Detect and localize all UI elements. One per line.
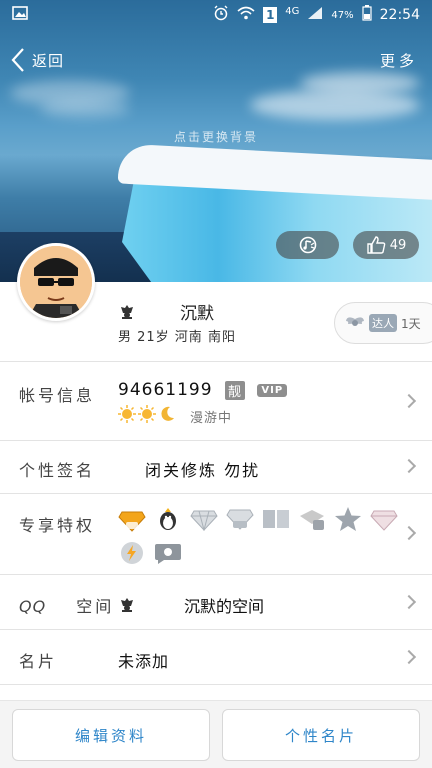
penguin-icon	[154, 505, 182, 533]
account-number-line: 94661199 靓 VIP	[118, 380, 288, 400]
chevron-right-icon	[401, 525, 417, 541]
account-info-label: 帐号信息	[19, 386, 96, 405]
chevron-right-icon	[401, 649, 417, 665]
svip-diamond-icon	[118, 505, 146, 533]
back-label: 返回	[32, 51, 65, 70]
qzone-value-line: 沉默的空间	[118, 593, 264, 617]
top-nav: 返回 更多	[0, 40, 432, 80]
signature-label: 个性签名	[19, 461, 96, 480]
more-button[interactable]: 更多	[380, 50, 418, 71]
book-icon	[262, 505, 290, 533]
battery-percent: 47%	[331, 9, 354, 21]
clock: 22:54	[379, 7, 420, 23]
sun-icon	[118, 405, 136, 423]
qq-number: 94661199	[118, 380, 213, 400]
wifi-icon	[237, 6, 255, 24]
custom-card-button[interactable]: 个性名片	[222, 709, 420, 761]
diamond-lv2-icon	[226, 505, 254, 533]
profile-name-row: 沉默	[118, 299, 214, 324]
liang-badge: 靓	[224, 380, 245, 400]
name-card-value: 未添加	[118, 652, 170, 671]
account-info-row[interactable]: 帐号信息 94661199 靓 VIP	[0, 362, 432, 440]
edit-profile-button[interactable]: 编辑资料	[12, 709, 210, 761]
profile-details: 男 21岁 河南 南阳	[118, 330, 236, 345]
chevron-right-icon	[401, 458, 417, 474]
like-button[interactable]: 49	[353, 231, 419, 259]
star-icon	[334, 505, 362, 533]
chevron-right-icon	[401, 594, 417, 610]
qq-level-icons	[118, 405, 176, 423]
profile-name: 沉默	[180, 304, 214, 324]
change-background-hint[interactable]: 点击更换背景	[0, 128, 432, 145]
name-card-row[interactable]: 名片 未添加	[0, 630, 432, 684]
back-button[interactable]: 返回	[10, 46, 64, 74]
gallery-icon	[12, 6, 28, 24]
lightning-icon	[118, 539, 146, 567]
crown-icon	[121, 304, 133, 319]
signature-row[interactable]: 个性签名 闭关修炼 勿扰	[0, 441, 432, 493]
status-bar: 1 4G 47% 22:54	[0, 0, 432, 30]
chevron-left-icon	[11, 48, 24, 72]
qzone-label-space: 空间	[76, 597, 115, 616]
like-count: 49	[389, 237, 407, 253]
privilege-icons	[118, 505, 398, 567]
alarm-icon	[213, 5, 229, 25]
avatar[interactable]	[17, 243, 95, 321]
qzone-name: 沉默的空间	[184, 597, 265, 616]
battery-icon	[362, 5, 372, 25]
network-type: 4G	[285, 5, 300, 17]
sim-icon: 1	[263, 7, 278, 23]
bottom-action-bar: 编辑资料 个性名片	[0, 700, 432, 768]
gem-level-icon	[298, 505, 326, 533]
diamond-pink-icon	[370, 505, 398, 533]
sun-icon	[138, 405, 156, 423]
wing-icon	[346, 317, 364, 326]
moon-icon	[161, 406, 174, 421]
privileges-label: 专享特权	[19, 516, 96, 535]
diamond-icon	[190, 505, 218, 533]
daren-label: 达人	[369, 314, 397, 332]
roaming-chat-icon	[154, 539, 182, 567]
roaming-status: 漫游中	[190, 411, 233, 426]
chevron-right-icon	[401, 393, 417, 409]
signature-value: 闭关修炼 勿扰	[145, 461, 261, 480]
qzone-label: QQ 空间	[19, 593, 114, 617]
signal-icon	[307, 6, 323, 24]
thumbs-up-icon	[367, 236, 386, 254]
name-card-label: 名片	[19, 652, 58, 671]
daren-badge-button[interactable]: 达人 1天	[334, 302, 432, 344]
music-button[interactable]	[276, 231, 339, 259]
music-icon	[299, 236, 316, 254]
vip-badge: VIP	[257, 383, 288, 397]
crown-icon	[121, 598, 133, 612]
qzone-row[interactable]: QQ 空间 沉默的空间	[0, 575, 432, 629]
daren-days: 1天	[401, 316, 421, 331]
qzone-label-qq: QQ	[19, 597, 47, 616]
avatar-image	[20, 246, 92, 318]
